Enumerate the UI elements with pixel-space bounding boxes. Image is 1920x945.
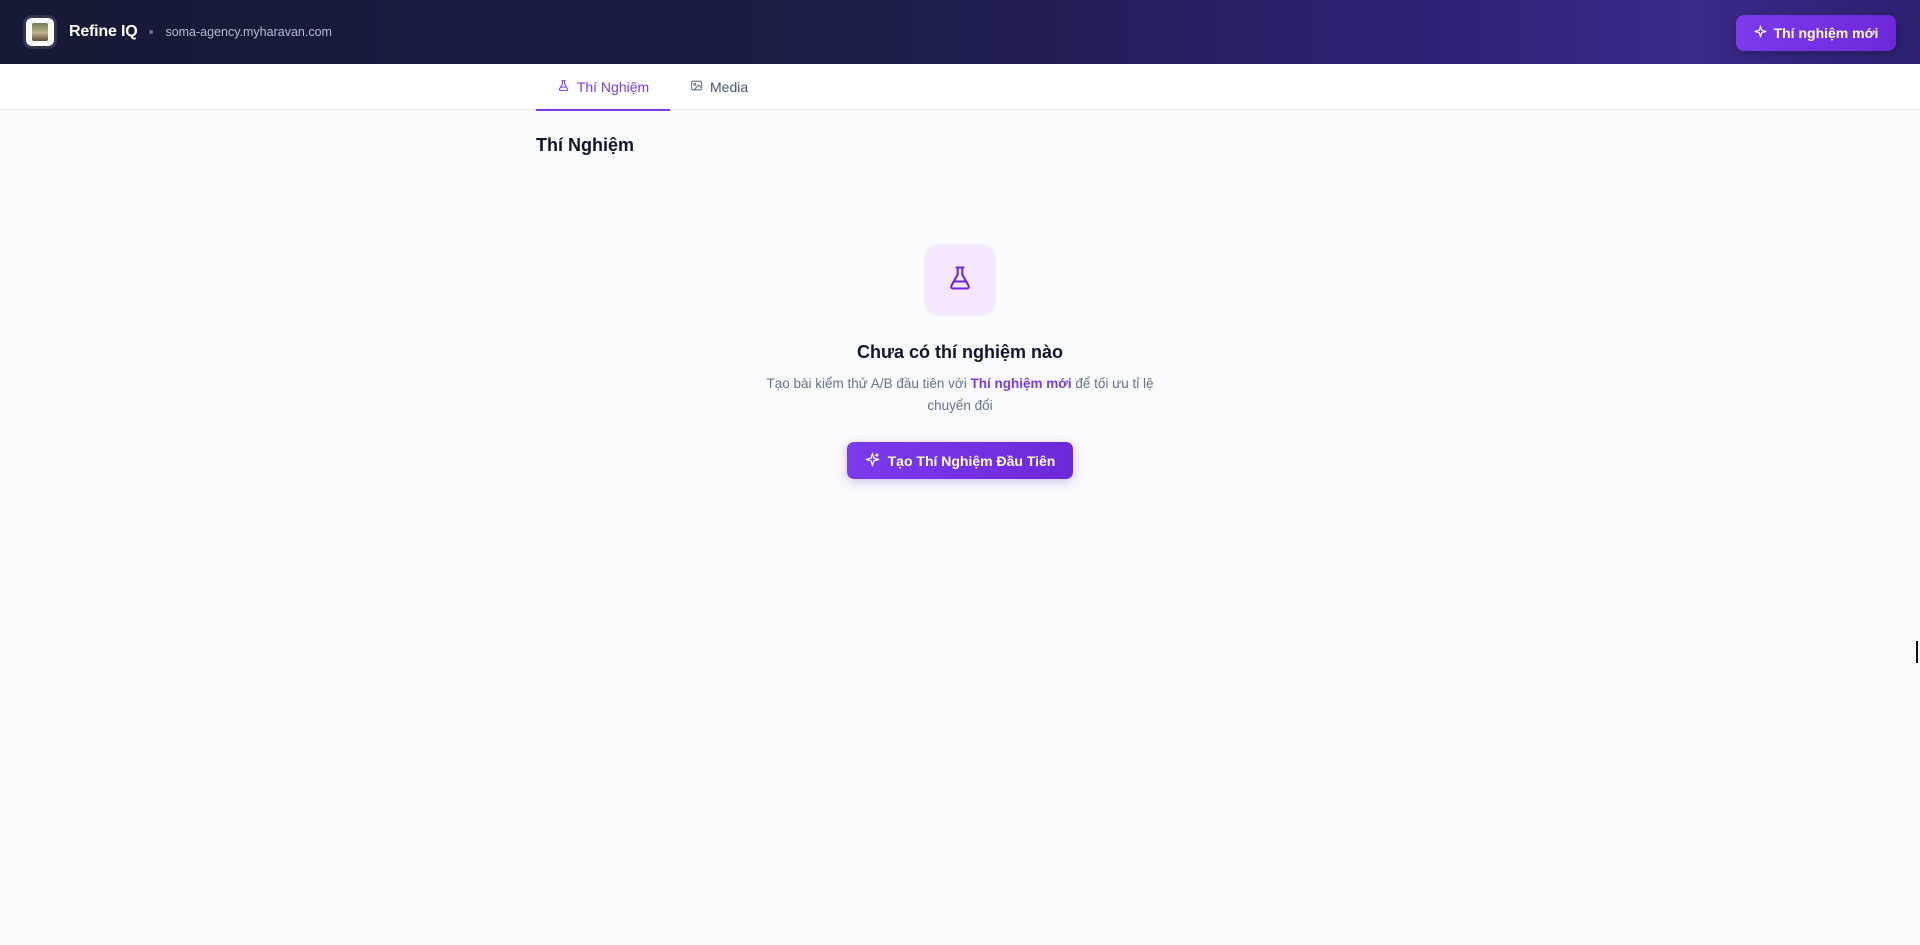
mouse-cursor — [1916, 641, 1918, 663]
new-experiment-label: Thí nghiệm mới — [1773, 25, 1879, 41]
empty-state-title: Chưa có thí nghiệm nào — [856, 342, 1064, 362]
tab-experiments[interactable]: Thí Nghiệm — [536, 64, 670, 111]
flask-icon — [557, 79, 570, 95]
new-experiment-button[interactable]: Thí nghiệm mới — [1736, 15, 1896, 51]
empty-desc-highlight: Thí nghiệm mới — [970, 376, 1072, 391]
tab-media[interactable]: Media — [690, 64, 748, 110]
tab-bar: Thí Nghiệm Media — [0, 64, 1920, 111]
empty-state: Chưa có thí nghiệm nào Tạo bài kiểm thử … — [710, 244, 1210, 479]
top-header: Refine IQ soma-agency.myharavan.com Thí … — [0, 0, 1920, 64]
empty-state-description: Tạo bài kiểm thử A/B đầu tiên với Thí ng… — [765, 373, 1155, 417]
image-icon — [690, 79, 703, 95]
empty-state-icon-box — [924, 244, 996, 316]
sparkle-icon — [1754, 25, 1767, 41]
store-logo[interactable] — [26, 18, 54, 46]
sparkle-icon — [865, 452, 880, 470]
tab-media-label: Media — [710, 79, 749, 95]
page-title: Thí Nghiệm — [536, 135, 634, 155]
create-first-experiment-button[interactable]: Tạo Thí Nghiệm Đầu Tiên — [847, 442, 1073, 479]
create-first-experiment-label: Tạo Thí Nghiệm Đầu Tiên — [887, 452, 1056, 469]
store-domain: soma-agency.myharavan.com — [165, 25, 332, 39]
tab-experiments-label: Thí Nghiệm — [576, 79, 650, 95]
empty-desc-before: Tạo bài kiểm thử A/B đầu tiên với — [766, 376, 971, 391]
logo-image — [32, 23, 48, 41]
flask-icon — [946, 264, 974, 297]
separator-dot — [149, 30, 154, 34]
app-name: Refine IQ — [69, 23, 138, 40]
